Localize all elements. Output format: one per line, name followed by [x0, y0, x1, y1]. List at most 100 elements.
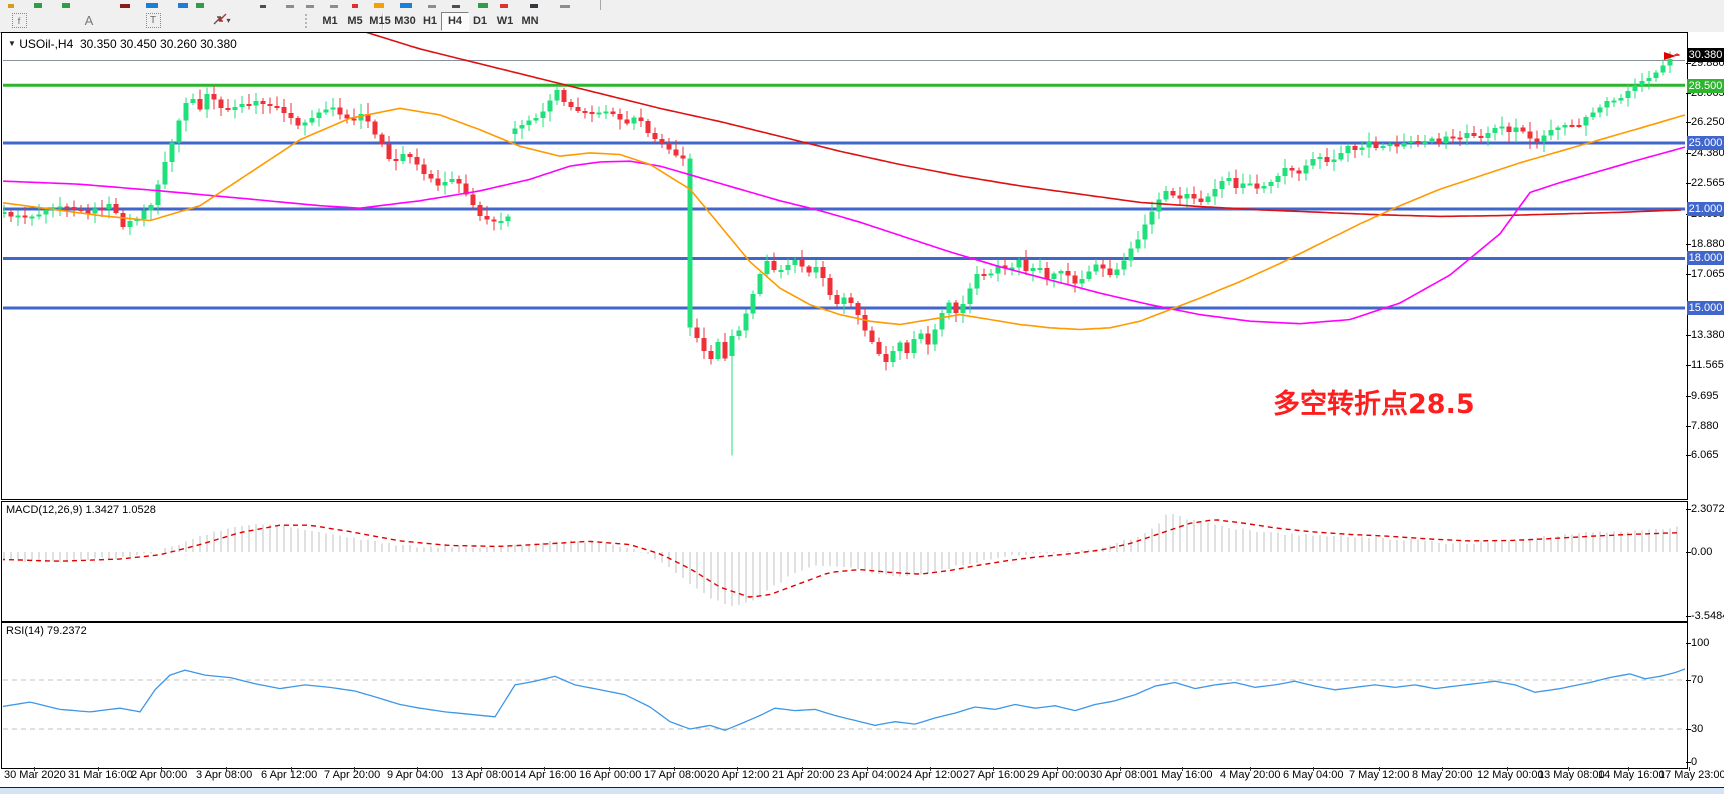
ohlc-header[interactable]: ▼ USOil-,H4 30.350 30.450 30.260 30.380	[8, 37, 237, 51]
time-tick-label: 29 Apr 00:00	[1027, 769, 1089, 781]
time-tick-label: 14 May 16:00	[1598, 769, 1665, 781]
time-tick-mark	[1057, 767, 1058, 771]
close-value: 30.380	[200, 37, 237, 51]
price-badge: 18.000	[1687, 251, 1724, 265]
price-badge: 25.000	[1687, 136, 1724, 150]
macd-tick-label: 0.00	[1691, 546, 1712, 558]
rsi-tick-mark	[1686, 729, 1691, 730]
time-tick-mark	[1442, 767, 1443, 771]
time-tick-label: 12 May 00:00	[1477, 769, 1544, 781]
time-tick-label: 17 Apr 08:00	[644, 769, 706, 781]
price-tick-mark	[1686, 365, 1691, 366]
rsi-graphics	[0, 669, 1686, 730]
price-tick-mark	[1686, 93, 1691, 94]
time-tick-mark	[867, 767, 868, 771]
time-tick-mark	[1313, 767, 1314, 771]
time-tick-mark	[417, 767, 418, 771]
time-tick-mark	[544, 767, 545, 771]
status-strip	[0, 787, 1724, 794]
rsi-tick-label: 100	[1691, 637, 1709, 649]
macd-tick-mark	[1686, 509, 1691, 510]
time-tick-label: 21 Apr 20:00	[772, 769, 834, 781]
price-badge: 30.380	[1687, 48, 1724, 62]
time-tick-label: 13 May 08:00	[1538, 769, 1605, 781]
macd-tick-label: 2.3072	[1691, 503, 1724, 515]
time-tick-label: 30 Apr 08:00	[1090, 769, 1152, 781]
time-tick-label: 9 Apr 04:00	[387, 769, 443, 781]
price-tick-label: 17.065	[1691, 268, 1724, 280]
rsi-tick-mark	[1686, 680, 1691, 681]
rsi-tick-mark	[1686, 643, 1691, 644]
rsi-tick-label: 0	[1691, 756, 1697, 768]
time-tick-mark	[354, 767, 355, 771]
price-tick-mark	[1686, 335, 1691, 336]
time-tick-mark	[34, 767, 35, 771]
collapse-caret-icon[interactable]: ▼	[8, 39, 16, 48]
time-tick-mark	[161, 767, 162, 771]
time-tick-mark	[609, 767, 610, 771]
macd-graphics	[0, 514, 1680, 606]
rsi-tick-label: 30	[1691, 723, 1703, 735]
time-tick-label: 6 Apr 12:00	[261, 769, 317, 781]
price-tick-mark	[1686, 244, 1691, 245]
price-tick-mark	[1686, 183, 1691, 184]
price-tick-label: 22.565	[1691, 177, 1724, 189]
time-tick-label: 17 May 23:00	[1659, 769, 1724, 781]
price-tick-mark	[1686, 274, 1691, 275]
price-tick-label: 7.880	[1691, 420, 1719, 432]
time-tick-label: 27 Apr 16:00	[963, 769, 1025, 781]
price-tick-mark	[1686, 455, 1691, 456]
macd-tick-mark	[1686, 552, 1691, 553]
price-tick-mark	[1686, 153, 1691, 154]
rsi-label: RSI(14) 79.2372	[6, 625, 87, 637]
time-tick-mark	[1182, 767, 1183, 771]
ma-red	[356, 29, 1681, 216]
price-tick-label: 26.250	[1691, 116, 1724, 128]
high-value: 30.450	[120, 37, 157, 51]
time-tick-mark	[481, 767, 482, 771]
trading-terminal-window: f A T ▾ M1M5M15M30H1H4D1W1MN ▼ USOil-,H4…	[0, 0, 1724, 794]
time-tick-label: 3 Apr 08:00	[196, 769, 252, 781]
time-tick-mark	[1120, 767, 1121, 771]
price-tick-mark	[1686, 63, 1691, 64]
macd-tick-label: -3.5484	[1691, 610, 1724, 622]
price-tick-label: 18.880	[1691, 238, 1724, 250]
time-tick-mark	[993, 767, 994, 771]
price-badge: 15.000	[1687, 301, 1724, 315]
time-tick-mark	[1379, 767, 1380, 771]
time-tick-label: 16 Apr 00:00	[579, 769, 641, 781]
time-tick-mark	[802, 767, 803, 771]
time-tick-label: 31 Mar 16:00	[68, 769, 133, 781]
price-badge: 21.000	[1687, 202, 1724, 216]
time-tick-mark	[291, 767, 292, 771]
time-tick-mark	[674, 767, 675, 771]
time-tick-label: 23 Apr 04:00	[837, 769, 899, 781]
time-tick-mark	[1568, 767, 1569, 771]
price-badge: 28.500	[1687, 79, 1724, 93]
price-tick-label: 9.695	[1691, 390, 1719, 402]
time-tick-label: 24 Apr 12:00	[900, 769, 962, 781]
macd-signal-line	[0, 520, 1680, 597]
time-tick-mark	[226, 767, 227, 771]
time-tick-label: 2 Apr 00:00	[131, 769, 187, 781]
time-tick-mark	[930, 767, 931, 771]
ma-magenta	[0, 147, 1685, 324]
time-tick-mark	[1250, 767, 1251, 771]
macd-tick-mark	[1686, 616, 1691, 617]
time-tick-mark	[1507, 767, 1508, 771]
low-value: 30.260	[160, 37, 197, 51]
price-tick-mark	[1686, 122, 1691, 123]
time-tick-mark	[98, 767, 99, 771]
rsi-tick-mark	[1686, 762, 1691, 763]
price-tick-label: 13.380	[1691, 329, 1724, 341]
time-tick-label: 20 Apr 12:00	[707, 769, 769, 781]
rsi-line	[0, 669, 1685, 730]
time-tick-mark	[737, 767, 738, 771]
open-value: 30.350	[80, 37, 117, 51]
symbol-period-label: USOil-,H4	[19, 37, 73, 51]
time-tick-label: 14 Apr 16:00	[514, 769, 576, 781]
rsi-tick-label: 70	[1691, 674, 1703, 686]
price-tick-label: 11.565	[1691, 359, 1724, 371]
annotation-text: 多空转折点28.5	[1273, 382, 1475, 421]
macd-label: MACD(12,26,9) 1.3427 1.0528	[6, 504, 156, 516]
